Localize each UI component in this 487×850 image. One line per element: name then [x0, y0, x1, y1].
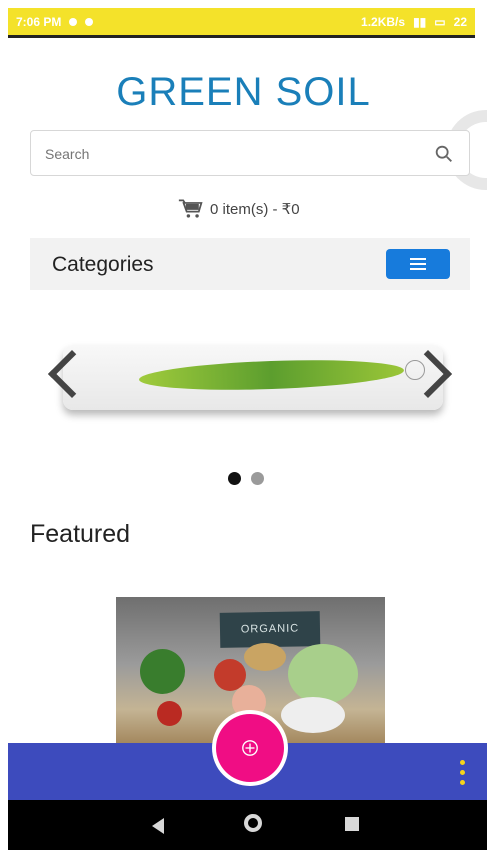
message-icon: [85, 17, 94, 26]
cart-summary[interactable]: 0 item(s) - ₹0: [178, 198, 300, 220]
signal-icon: ▮▮: [413, 14, 427, 29]
categories-label: Categories: [52, 253, 154, 276]
search-icon[interactable]: [433, 143, 455, 165]
broccoli-image: [140, 649, 185, 694]
battery-level: 22: [453, 14, 467, 29]
home-icon[interactable]: [244, 814, 262, 832]
search-input[interactable]: [43, 131, 427, 177]
status-time: 7:06 PM: [16, 14, 62, 29]
recent-apps-icon[interactable]: [345, 817, 359, 831]
leaf-image: [138, 356, 405, 394]
notification-icon: [69, 17, 78, 26]
categories-menu-button[interactable]: [386, 249, 450, 279]
pager-dot[interactable]: [251, 472, 264, 485]
menu-icon: [410, 258, 426, 270]
more-vert-icon[interactable]: [456, 760, 468, 785]
slider-image: [63, 345, 443, 410]
slider-pagination: [228, 472, 264, 485]
cabbage-image: [288, 644, 358, 704]
system-navigation-bar: [8, 800, 487, 850]
search-box[interactable]: [30, 130, 470, 177]
status-bar: 7:06 PM 1.2KB/s ▮▮ ▭ 22: [8, 8, 475, 38]
network-speed: 1.2KB/s: [361, 14, 406, 29]
categories-bar: Categories: [30, 238, 470, 290]
battery-icon: ▭: [434, 14, 446, 29]
cart-text: 0 item(s) - ₹0: [210, 201, 300, 218]
back-icon[interactable]: [152, 818, 164, 834]
status-left: 7:06 PM: [16, 14, 94, 29]
add-fab-button[interactable]: [216, 714, 284, 782]
featured-heading: Featured: [30, 520, 131, 548]
cart-icon: [178, 199, 203, 218]
image-slider[interactable]: [47, 345, 453, 417]
organic-sign: ORGANIC: [219, 611, 321, 648]
brand-title: GREEN SOIL: [116, 70, 371, 114]
potato-image: [244, 643, 286, 671]
add-icon: [242, 740, 258, 756]
tomato-image: [157, 701, 182, 726]
pager-dot-active[interactable]: [228, 472, 241, 485]
cauliflower-image: [281, 697, 345, 733]
status-right: 1.2KB/s ▮▮ ▭ 22: [361, 15, 467, 29]
